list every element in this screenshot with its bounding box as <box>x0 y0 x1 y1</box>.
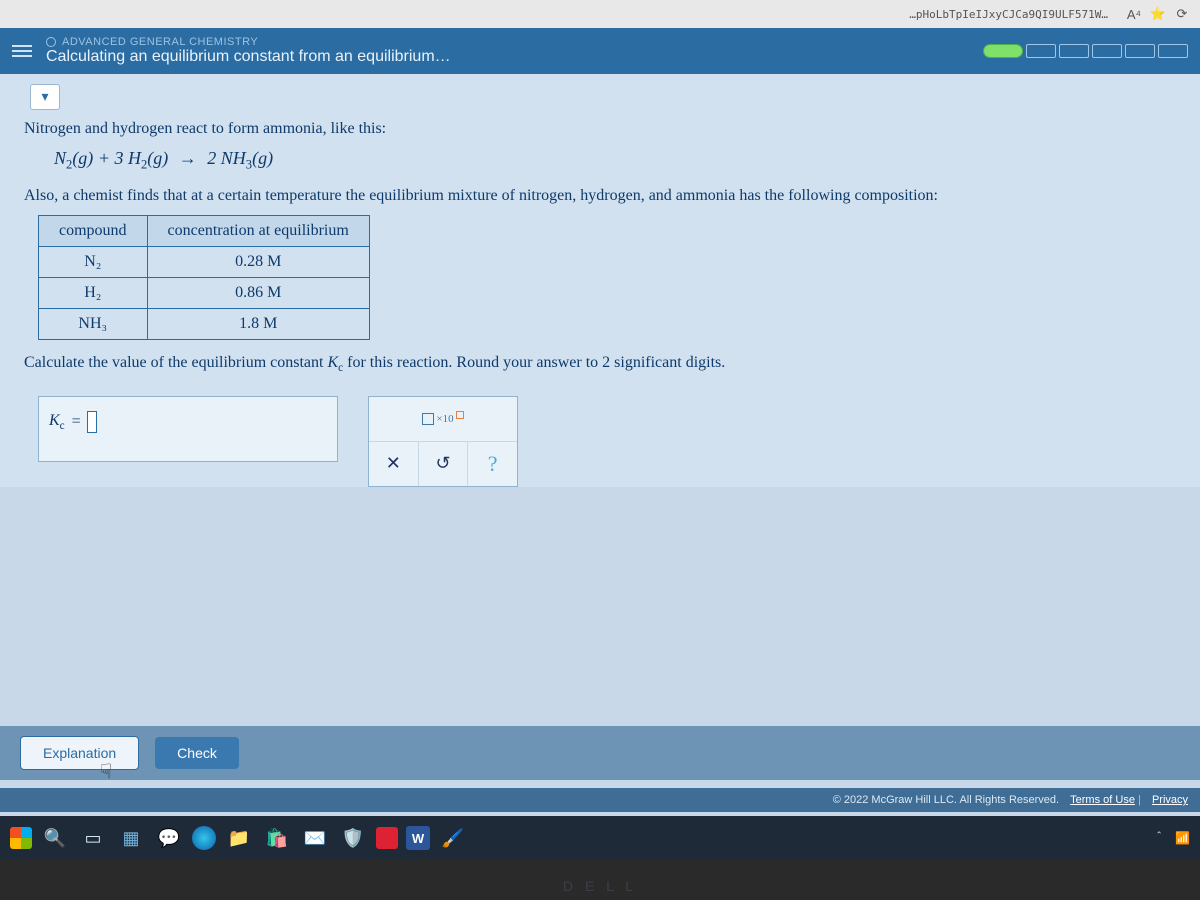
sci-notation-button[interactable]: ×10 <box>369 397 517 441</box>
explanation-button[interactable]: Explanation <box>20 736 139 770</box>
terms-link[interactable]: Terms of Use <box>1070 794 1135 806</box>
paint-icon[interactable]: 🖌️ <box>438 823 468 853</box>
answer-box[interactable]: Kc = <box>38 396 338 462</box>
start-icon[interactable] <box>10 827 32 849</box>
copyright-bar: © 2022 McGraw Hill LLC. All Rights Reser… <box>0 788 1200 812</box>
progress-strip <box>983 44 1188 58</box>
problem-intro: Nitrogen and hydrogen react to form ammo… <box>24 120 1176 138</box>
mail-icon[interactable]: ✉️ <box>300 823 330 853</box>
header-text: ADVANCED GENERAL CHEMISTRY Calculating a… <box>46 36 451 66</box>
check-button[interactable]: Check <box>155 737 239 769</box>
widgets-icon[interactable]: ▦ <box>116 823 146 853</box>
tool-palette: ×10 ✕ ↺ ? <box>368 396 518 487</box>
composition-table: compound concentration at equilibrium N₂… <box>38 215 370 340</box>
tray-chevron-icon[interactable]: ＾ <box>1153 830 1165 847</box>
lesson-title: Calculating an equilibrium constant from… <box>46 48 451 66</box>
app-header: ADVANCED GENERAL CHEMISTRY Calculating a… <box>0 28 1200 74</box>
store-icon[interactable]: 🛍️ <box>262 823 292 853</box>
progress-box[interactable] <box>1059 44 1089 58</box>
progress-box[interactable] <box>1125 44 1155 58</box>
equals-label: = <box>71 413 82 431</box>
course-dot-icon <box>46 37 56 47</box>
app-icon[interactable] <box>376 827 398 849</box>
collapse-toggle[interactable]: ▾ <box>30 84 60 110</box>
wifi-icon[interactable]: 📶 <box>1175 831 1190 845</box>
favorites-icon[interactable]: ⭐ <box>1150 6 1166 22</box>
edge-icon[interactable] <box>192 826 216 850</box>
windows-taskbar: 🔍 ▭ ▦ 💬 📁 🛍️ ✉️ 🛡️ W 🖌️ ＾ 📶 <box>0 816 1200 860</box>
exponent-box-icon <box>456 411 464 419</box>
copyright-text: © 2022 McGraw Hill LLC. All Rights Reser… <box>833 794 1059 806</box>
clear-button[interactable]: ✕ <box>369 442 418 486</box>
table-row: NH₃ 1.8 M <box>39 308 370 339</box>
dell-logo: D E L L <box>563 878 637 894</box>
problem-prompt: Calculate the value of the equilibrium c… <box>24 354 1176 374</box>
system-tray[interactable]: ＾ 📶 <box>1153 830 1190 847</box>
kc-label: Kc <box>49 412 65 432</box>
browser-chrome: …pHoLbTpIeIJxyCJCa9QI9ULF571W… A⁴ ⭐ ⟳ <box>0 0 1200 28</box>
chat-icon[interactable]: 💬 <box>154 823 184 853</box>
course-label: ADVANCED GENERAL CHEMISTRY <box>46 36 451 48</box>
col-compound: compound <box>39 215 148 246</box>
progress-box[interactable] <box>1158 44 1188 58</box>
chevron-down-icon: ▾ <box>41 89 48 106</box>
privacy-link[interactable]: Privacy <box>1152 794 1188 806</box>
answer-input[interactable] <box>87 411 97 433</box>
search-icon[interactable]: 🔍 <box>40 823 70 853</box>
file-explorer-icon[interactable]: 📁 <box>224 823 254 853</box>
progress-box[interactable] <box>1092 44 1122 58</box>
table-row: H₂ 0.86 M <box>39 277 370 308</box>
security-icon[interactable]: 🛡️ <box>338 823 368 853</box>
mantissa-box-icon <box>422 413 434 425</box>
refresh-icon[interactable]: ⟳ <box>1174 6 1190 22</box>
url-fragment: …pHoLbTpIeIJxyCJCa9QI9ULF571W… <box>10 8 1118 21</box>
reaction-equation: N2(g) + 3 H2(g) → 2 NH3(g) <box>54 148 1176 173</box>
course-name: ADVANCED GENERAL CHEMISTRY <box>62 36 258 48</box>
progress-box[interactable] <box>1026 44 1056 58</box>
col-concentration: concentration at equilibrium <box>147 215 369 246</box>
answer-row: Kc = ×10 ✕ ↺ ? <box>38 396 1176 487</box>
read-aloud-icon[interactable]: A⁴ <box>1126 6 1142 22</box>
word-icon[interactable]: W <box>406 826 430 850</box>
help-button[interactable]: ? <box>467 442 517 486</box>
reset-button[interactable]: ↺ <box>418 442 468 486</box>
progress-box-done[interactable] <box>983 44 1023 58</box>
task-view-icon[interactable]: ▭ <box>78 823 108 853</box>
reaction-arrow-icon: → <box>173 148 203 169</box>
problem-context: Also, a chemist finds that at a certain … <box>24 187 1176 205</box>
problem-content: ▾ Nitrogen and hydrogen react to form am… <box>0 74 1200 487</box>
menu-icon[interactable] <box>12 45 32 57</box>
action-bar: Explanation Check <box>0 726 1200 780</box>
table-row: N₂ 0.28 M <box>39 246 370 277</box>
